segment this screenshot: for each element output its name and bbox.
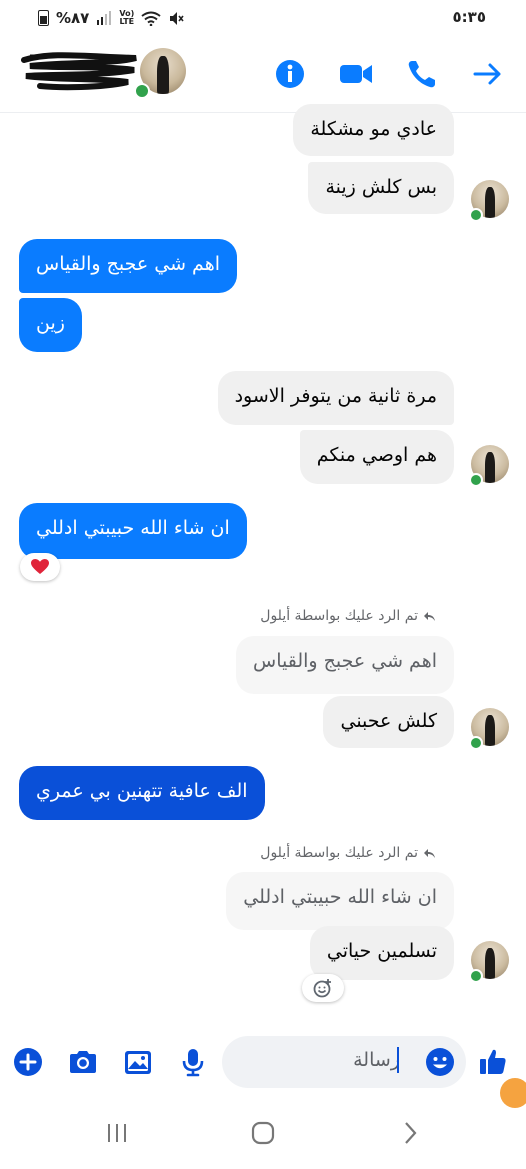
reply-arrow-icon [424, 848, 435, 858]
battery-icon [38, 10, 49, 26]
online-status-dot [134, 83, 150, 99]
clock: ٥:٣٥ [452, 8, 486, 26]
reply-label: تم الرد عليك بواسطة أيلول [260, 845, 436, 861]
message-bubble-sent[interactable]: ان شاء الله حبيبتي ادللي [19, 503, 247, 559]
signal-icon [97, 11, 112, 25]
message-list[interactable]: عادي مو مشكلة بس كلش زينة اهم شي عجبج وا… [0, 104, 526, 1027]
conversation-header [0, 36, 526, 113]
quoted-message[interactable]: اهم شي عجبج والقياس [236, 636, 454, 694]
redacted-contact-name [21, 52, 137, 91]
emoji-icon[interactable] [424, 1046, 456, 1078]
online-status-dot [469, 473, 483, 487]
reply-label: تم الرد عليك بواسطة أيلول [260, 608, 436, 624]
status-icons: %٨٧ Vo) LTE [38, 8, 184, 28]
mute-icon [170, 11, 184, 25]
message-bubble-received[interactable]: كلش عحبني [323, 696, 454, 748]
volte-indicator: Vo) LTE [119, 9, 135, 26]
phone-icon[interactable] [404, 56, 440, 92]
plus-icon[interactable] [12, 1046, 44, 1078]
message-bubble-received[interactable]: تسلمين حياتي [309, 926, 454, 980]
message-composer: رسالة [0, 1030, 526, 1108]
battery-level: %٨٧ [56, 9, 90, 27]
reply-arrow-icon [424, 611, 435, 621]
text-caret [397, 1047, 399, 1073]
message-bubble-received[interactable]: هم اوصي منكم [299, 430, 454, 484]
message-bubble-sent[interactable]: اهم شي عجبج والقياس [19, 239, 237, 293]
video-call-icon[interactable] [338, 56, 374, 92]
messenger-screen: %٨٧ Vo) LTE ٥:٣٥ عادي مو مشكلة بس كلش زي… [0, 0, 526, 1169]
message-bubble-sent[interactable]: الف عافية تتهنين بي عمري [19, 766, 265, 820]
back-icon[interactable] [395, 1118, 425, 1148]
heart-icon [31, 559, 49, 574]
add-reaction-icon [313, 979, 331, 998]
quoted-message[interactable]: ان شاء الله حبيبتي ادللي [226, 872, 454, 930]
like-icon[interactable] [477, 1046, 509, 1078]
online-status-dot [469, 736, 483, 750]
heart-reaction[interactable] [20, 553, 60, 581]
add-reaction-button[interactable] [302, 974, 344, 1002]
message-bubble-received[interactable]: مرة ثانية من يتوفر الاسود [217, 371, 454, 425]
message-bubble-received[interactable]: بس كلش زينة [308, 162, 454, 214]
info-icon[interactable] [272, 56, 308, 92]
message-bubble-received[interactable]: عادي مو مشكلة [293, 104, 454, 156]
home-icon[interactable] [248, 1118, 278, 1148]
camera-icon[interactable] [67, 1046, 99, 1078]
back-arrow-icon[interactable] [470, 56, 506, 92]
online-status-dot [469, 208, 483, 222]
system-navigation-bar [0, 1096, 526, 1169]
online-status-dot [469, 969, 483, 983]
recent-apps-icon[interactable] [102, 1118, 132, 1148]
status-bar: %٨٧ Vo) LTE ٥:٣٥ [0, 0, 526, 36]
mic-icon[interactable] [177, 1046, 209, 1078]
wifi-icon [141, 11, 161, 26]
message-bubble-sent[interactable]: زين [19, 298, 82, 352]
gallery-icon[interactable] [122, 1046, 154, 1078]
